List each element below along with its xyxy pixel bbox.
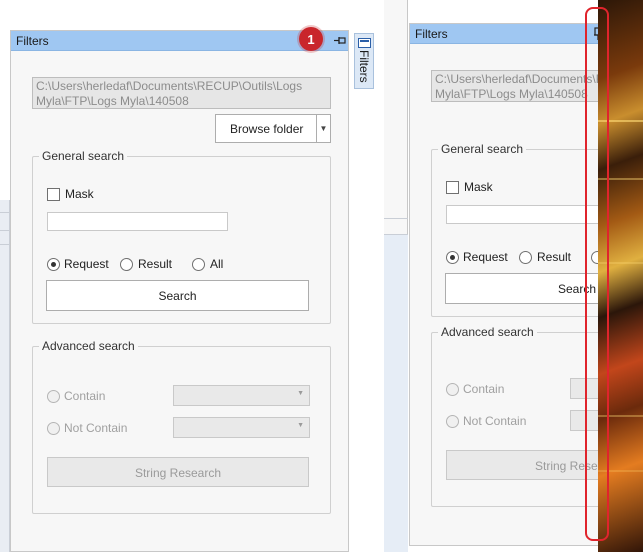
search-button[interactable]: Search [46, 280, 309, 311]
contain-dropdown[interactable]: ▼ [173, 385, 310, 406]
contain-label: Contain [463, 382, 505, 396]
result-label: Result [138, 257, 173, 271]
result-label: Result [537, 250, 572, 264]
pin-icon[interactable] [333, 34, 347, 48]
filter-icon [358, 37, 371, 51]
mask-checkbox[interactable] [47, 188, 60, 201]
all-label: All [210, 257, 224, 271]
filters-panel-header: Filters [410, 24, 609, 44]
left-window-edge [0, 200, 10, 552]
folder-path-field[interactable]: C:\Users\herledaf\Documents\RECUP\Outils… [32, 77, 331, 109]
advanced-search-group: Advanced search Contain ▼ Not Contain ▼ … [32, 339, 331, 514]
general-search-legend: General search [39, 149, 128, 163]
advanced-search-legend: Advanced search [438, 325, 537, 339]
contain-radio[interactable] [47, 390, 60, 403]
not-contain-label: Not Contain [64, 421, 128, 435]
not-contain-radio[interactable] [47, 422, 60, 435]
result-radio[interactable] [519, 251, 532, 264]
mask-label: Mask [464, 180, 493, 194]
filters-side-tab[interactable]: Filters [354, 33, 374, 89]
contain-radio[interactable] [446, 383, 459, 396]
general-search-legend: General search [438, 142, 527, 156]
request-label: Request [463, 250, 508, 264]
request-radio[interactable] [47, 258, 60, 271]
chevron-down-icon[interactable]: ▼ [316, 115, 330, 142]
browse-folder-label: Browse folder [230, 122, 304, 136]
advanced-search-legend: Advanced search [39, 339, 138, 353]
string-research-label: String Research [134, 466, 222, 480]
panel-title: Filters [415, 27, 448, 41]
chevron-down-icon: ▼ [297, 390, 304, 397]
all-radio[interactable] [192, 258, 205, 271]
not-contain-radio[interactable] [446, 415, 459, 428]
not-contain-label: Not Contain [463, 414, 527, 428]
request-radio[interactable] [446, 251, 459, 264]
general-search-group: General search Mask Request Result All S… [32, 149, 331, 324]
filters-side-tab-label: Filters [357, 50, 371, 83]
search-button-label: Search [158, 289, 197, 303]
result-radio[interactable] [120, 258, 133, 271]
filters-panel-header: Filters [11, 31, 348, 51]
highlight-rectangle [585, 7, 609, 541]
folder-path-line-1: C:\Users\herledaf\Documents\RECUP\Outils… [36, 79, 303, 93]
folder-path-line-2: Myla\FTP\Logs Myla\140508 [36, 94, 189, 108]
filters-panel-docked: Filters C:\Users\herledaf\Documents\RE M… [409, 23, 622, 546]
string-research-button[interactable]: String Research [47, 457, 309, 487]
panel-title: Filters [16, 34, 49, 48]
chevron-down-icon: ▼ [297, 422, 304, 429]
annotation-badge: 1 [299, 27, 323, 51]
contain-label: Contain [64, 389, 106, 403]
filters-panel: Filters C:\Users\herledaf\Documents\RECU… [10, 30, 349, 552]
right-window-edge [384, 0, 408, 552]
browse-folder-button[interactable]: Browse folder ▼ [215, 114, 331, 143]
mask-label: Mask [65, 187, 94, 201]
request-label: Request [64, 257, 109, 271]
mask-checkbox[interactable] [446, 181, 459, 194]
mask-input[interactable] [47, 212, 228, 231]
not-contain-dropdown[interactable]: ▼ [173, 417, 310, 438]
